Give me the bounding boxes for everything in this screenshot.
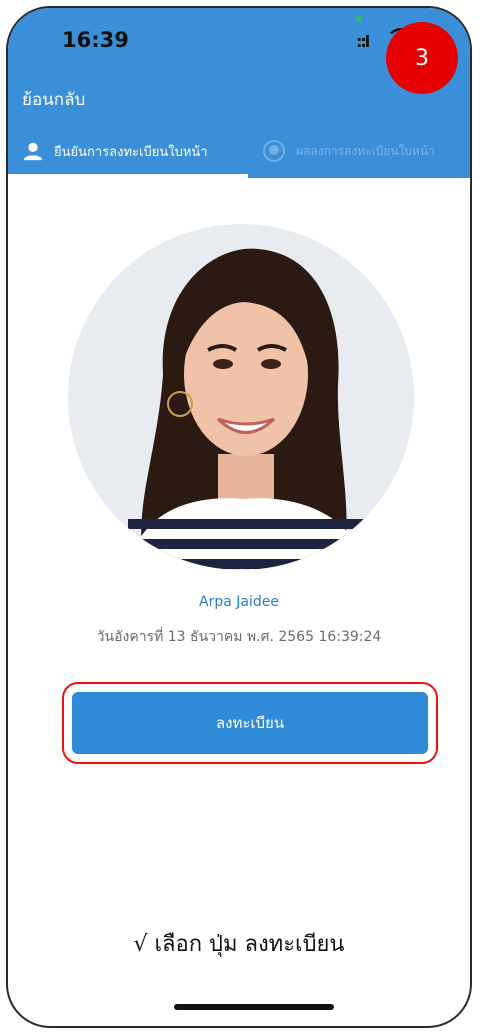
- back-button[interactable]: ย้อนกลับ: [22, 86, 85, 113]
- profile-photo: [68, 224, 414, 570]
- user-name: Arpa Jaidee: [199, 594, 279, 610]
- person-icon: [23, 142, 43, 161]
- privacy-indicator-icon: [356, 16, 362, 22]
- face-icon: [263, 140, 285, 162]
- tab-label: ยืนยันการลงทะเบียนใบหน้า: [54, 144, 208, 160]
- step-number-badge: 3: [386, 22, 458, 94]
- tab-label: ผลลงการลงทะเบียนใบหน้า: [296, 143, 435, 158]
- registration-datetime: วันอังคารที่ 13 ธันวาคม พ.ศ. 2565 16:39:…: [96, 629, 382, 645]
- active-tab-indicator: [8, 174, 248, 178]
- tab-confirm-face-registration[interactable]: ยืนยันการลงทะเบียนใบหน้า: [8, 128, 248, 178]
- home-indicator[interactable]: [174, 1004, 334, 1010]
- signal-icon: ::l: [356, 32, 370, 51]
- phone-frame: 16:39 ::l ย้อนกลับ ยืนยันการลงทะเบียนใบห…: [6, 6, 472, 1028]
- status-time: 16:39: [62, 28, 129, 52]
- tab-face-registration-result[interactable]: ผลลงการลงทะเบียนใบหน้า: [248, 128, 470, 174]
- register-button[interactable]: ลงทะเบียน: [72, 692, 428, 754]
- instruction-text: √ เลือก ปุ่ม ลงทะเบียน: [133, 932, 345, 957]
- tab-bar: ยืนยันการลงทะเบียนใบหน้า ผลลงการลงทะเบีย…: [8, 128, 470, 178]
